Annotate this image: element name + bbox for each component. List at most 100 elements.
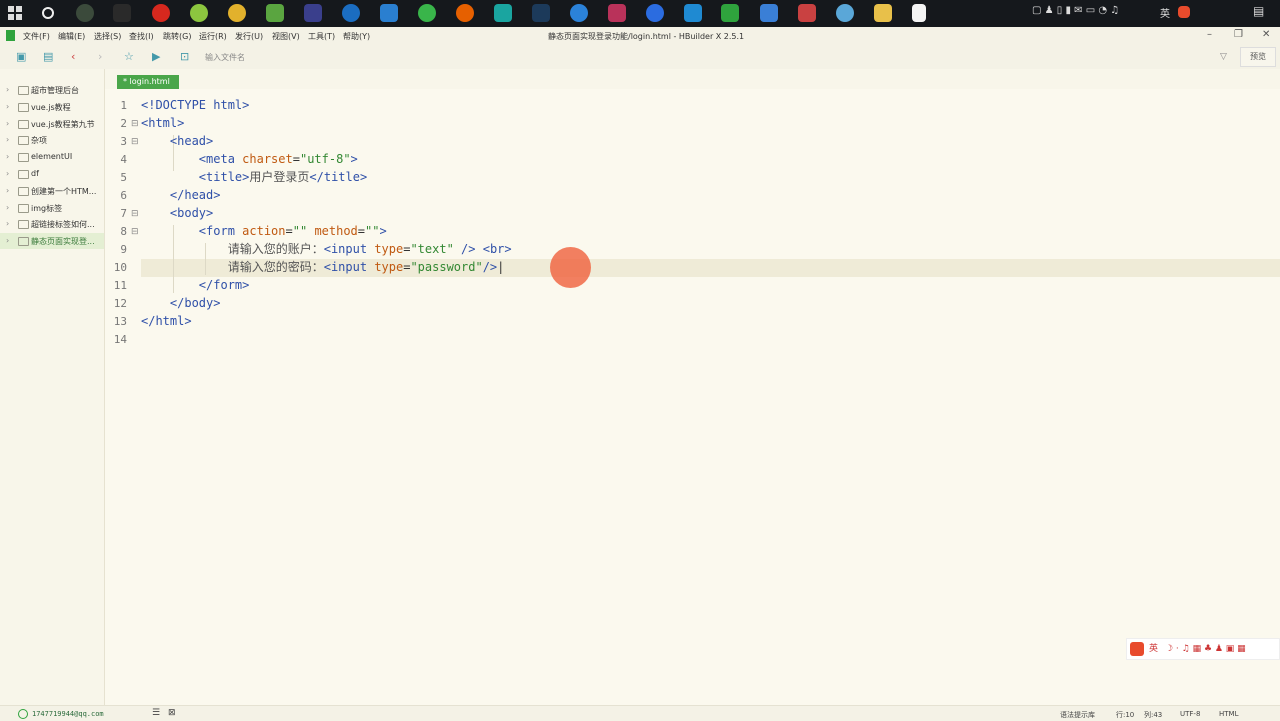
ime-language-label[interactable]: 英 [1149, 639, 1158, 659]
file-icon[interactable] [912, 4, 926, 22]
project-item[interactable]: › img标签 [0, 200, 104, 216]
menu-help[interactable]: 帮助(Y) [343, 31, 370, 42]
app-icon[interactable] [798, 4, 816, 22]
edge-icon[interactable] [342, 4, 360, 22]
star-icon[interactable]: ☆ [124, 50, 134, 63]
menu-goto[interactable]: 跳转(G) [163, 31, 191, 42]
netease-music-icon[interactable] [152, 4, 170, 22]
chrome-icon[interactable] [228, 4, 246, 22]
search-icon[interactable] [41, 6, 55, 23]
notification-icon[interactable]: ▤ [1253, 4, 1264, 18]
filter-icon[interactable]: ▽ [1220, 52, 1227, 62]
run-icon[interactable]: ▶ [152, 50, 160, 63]
app-icon[interactable] [570, 4, 588, 22]
webstorm-icon[interactable] [494, 4, 512, 22]
folder-icon [18, 153, 29, 162]
chevron-right-icon[interactable]: › [6, 85, 9, 94]
ime-tray-icon[interactable] [1178, 6, 1190, 18]
menu-view[interactable]: 视图(V) [272, 31, 300, 42]
cloud-icon[interactable] [836, 4, 854, 22]
project-item[interactable]: › vue.js教程第九节 [0, 116, 104, 132]
line-number: 7 [120, 207, 127, 220]
code-editor[interactable]: 1 2 3 4 5 6 7 8 9 10 11 12 13 14 ⊟ ⊟ ⊟ ⊟… [105, 89, 1280, 705]
menu-tools[interactable]: 工具(T) [308, 31, 335, 42]
fold-toggle-icon[interactable]: ⊟ [131, 209, 139, 219]
save-icon[interactable]: ▤ [43, 50, 53, 63]
chevron-right-icon[interactable]: › [6, 236, 9, 245]
hbuilder-icon[interactable] [721, 4, 739, 22]
line-number: 12 [113, 297, 127, 310]
browser-preview-icon[interactable]: ⊡ [180, 50, 189, 63]
app-icon[interactable] [532, 4, 550, 22]
project-item[interactable]: › 超市管理后台 [0, 82, 104, 98]
app-icon[interactable] [190, 4, 208, 22]
chevron-right-icon[interactable]: › [6, 119, 9, 128]
project-item[interactable]: › vue.js教程 [0, 99, 104, 115]
chevron-right-icon[interactable]: › [6, 135, 9, 144]
chevron-right-icon[interactable]: › [6, 152, 9, 161]
preview-button[interactable]: 预览 [1240, 47, 1276, 67]
minimize-icon[interactable]: – [1207, 29, 1212, 40]
app-icon[interactable] [380, 4, 398, 22]
firefox-icon[interactable] [456, 4, 474, 22]
project-item[interactable]: › 杂项 [0, 132, 104, 148]
app-icon[interactable] [646, 4, 664, 22]
app-icon[interactable] [113, 4, 131, 22]
start-icon[interactable] [8, 6, 22, 23]
ime-toolbar[interactable]: 英 ☽ · ♫ ▦ ♣ ♟ ▣ ▦ [1126, 638, 1280, 660]
folder-icon[interactable] [874, 4, 892, 22]
project-label: 超市管理后台 [31, 86, 79, 95]
tab-login-html[interactable]: * login.html [117, 75, 179, 89]
menu-select[interactable]: 选择(S) [94, 31, 121, 42]
account-icon[interactable] [18, 709, 28, 719]
language-indicator[interactable]: HTML [1219, 710, 1238, 718]
back-icon[interactable]: ‹ [71, 50, 75, 63]
project-item[interactable]: › 创建第一个HTM... [0, 183, 104, 199]
close-icon[interactable]: ✕ [1262, 29, 1270, 40]
tray-icons[interactable]: ▢ ♟ ▯ ▮ ✉ ▭ ◔ ♫ [1032, 5, 1119, 16]
project-label: img标签 [31, 204, 63, 213]
chevron-right-icon[interactable]: › [6, 186, 9, 195]
new-file-icon[interactable]: ▣ [16, 50, 26, 63]
file-filter-input[interactable]: 输入文件名 [205, 52, 245, 63]
encoding-indicator[interactable]: UTF-8 [1180, 710, 1200, 718]
list-icon[interactable]: ☰ [152, 708, 160, 718]
vscode-icon[interactable] [684, 4, 702, 22]
menu-find[interactable]: 查找(I) [129, 31, 154, 42]
ime-tool-icons[interactable]: ☽ · ♫ ▦ ♣ ♟ ▣ ▦ [1165, 639, 1246, 659]
fold-toggle-icon[interactable]: ⊟ [131, 119, 139, 129]
project-item[interactable]: › elementUI [0, 149, 104, 165]
sogou-logo-icon [1130, 642, 1144, 656]
folder-icon [18, 204, 29, 213]
console-icon[interactable]: ⊠ [168, 708, 176, 718]
chevron-right-icon[interactable]: › [6, 219, 9, 228]
app-icon[interactable] [76, 4, 94, 22]
col-indicator[interactable]: 列:43 [1144, 710, 1162, 720]
chevron-right-icon[interactable]: › [6, 169, 9, 178]
fold-toggle-icon[interactable]: ⊟ [131, 137, 139, 147]
menu-edit[interactable]: 编辑(E) [58, 31, 85, 42]
row-indicator[interactable]: 行:10 [1116, 710, 1134, 720]
app-icon[interactable] [266, 4, 284, 22]
fold-toggle-icon[interactable]: ⊟ [131, 227, 139, 237]
project-item[interactable]: › 超链接标签如何... [0, 216, 104, 232]
app-icon[interactable] [608, 4, 626, 22]
folder-icon [18, 237, 29, 246]
app-icon[interactable] [760, 4, 778, 22]
forward-icon[interactable]: › [98, 50, 102, 63]
menu-run[interactable]: 运行(R) [199, 31, 227, 42]
wechat-icon[interactable] [418, 4, 436, 22]
project-item[interactable]: › df [0, 166, 104, 182]
menu-publish[interactable]: 发行(U) [235, 31, 263, 42]
chevron-right-icon[interactable]: › [6, 203, 9, 212]
input-language-icon[interactable]: 英 [1160, 5, 1170, 20]
account-label[interactable]: 1747719944@qq.com [32, 710, 104, 718]
project-item-active[interactable]: › 静态页面实现登... [0, 233, 104, 249]
app-icon[interactable] [304, 4, 322, 22]
menu-file[interactable]: 文件(F) [23, 31, 50, 42]
syntax-hint-label[interactable]: 语法提示库 [1060, 710, 1095, 720]
restore-icon[interactable]: ❐ [1234, 29, 1243, 40]
folder-icon [18, 170, 29, 179]
chevron-right-icon[interactable]: › [6, 102, 9, 111]
line-number: 11 [113, 279, 127, 292]
